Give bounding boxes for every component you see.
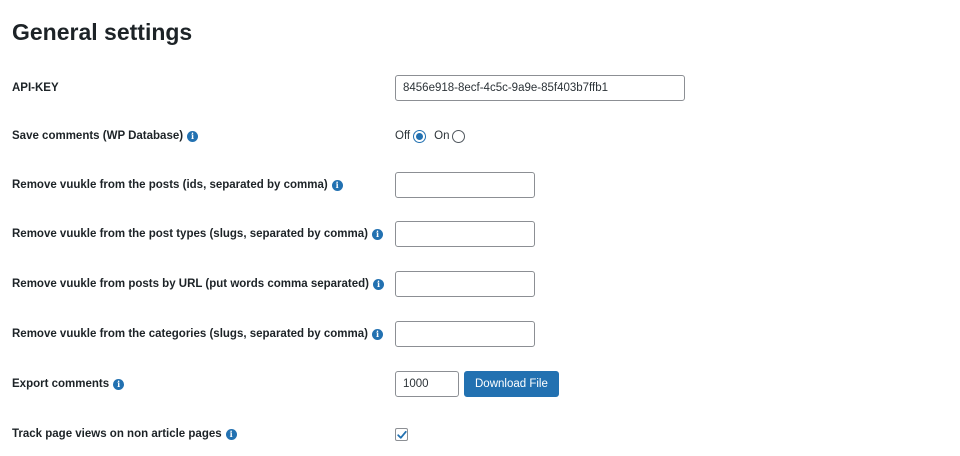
remove-post-types-row: Remove vuukle from the post types (slugs… [0,216,960,252]
track-views-checkbox[interactable] [395,427,408,441]
radio-off-label: Off [395,130,411,142]
export-count-input[interactable] [395,371,459,397]
track-views-label: Track page views on non article pages [12,428,222,440]
track-views-row: Track page views on non article pages i [0,416,960,452]
save-comments-row: Save comments (WP Database) i Off On [0,118,960,154]
remove-by-url-label: Remove vuukle from posts by URL (put wor… [12,278,370,290]
download-file-button[interactable]: Download File [464,371,559,397]
api-key-label: API-KEY [12,82,59,94]
page-title: General settings [12,19,193,45]
save-comments-radio-group: Off On [395,129,466,143]
info-icon[interactable]: i [371,228,383,240]
info-icon[interactable]: i [373,278,385,290]
api-key-row: API-KEY [0,70,960,106]
info-icon[interactable]: i [331,179,343,191]
remove-posts-input[interactable] [395,172,535,198]
checkmark-icon [397,430,407,439]
radio-on[interactable] [452,129,466,143]
remove-categories-input[interactable] [395,321,535,347]
remove-post-types-label: Remove vuukle from the post types (slugs… [12,228,368,240]
remove-by-url-row: Remove vuukle from posts by URL (put wor… [0,266,960,302]
info-icon[interactable]: i [187,130,199,142]
save-comments-label: Save comments (WP Database) [12,130,184,142]
api-key-input[interactable] [395,75,685,101]
remove-by-url-input[interactable] [395,271,535,297]
radio-off[interactable] [413,129,427,143]
remove-posts-row: Remove vuukle from the posts (ids, separ… [0,167,960,203]
export-comments-row: Export comments i Download File [0,366,960,402]
export-comments-label: Export comments [12,378,110,390]
remove-categories-label: Remove vuukle from the categories (slugs… [12,328,368,340]
remove-categories-row: Remove vuukle from the categories (slugs… [0,316,960,352]
info-icon[interactable]: i [225,428,237,440]
remove-post-types-input[interactable] [395,221,535,247]
info-icon[interactable]: i [113,378,125,390]
remove-posts-label: Remove vuukle from the posts (ids, separ… [12,179,328,191]
info-icon[interactable]: i [371,328,383,340]
radio-on-label: On [434,130,450,142]
